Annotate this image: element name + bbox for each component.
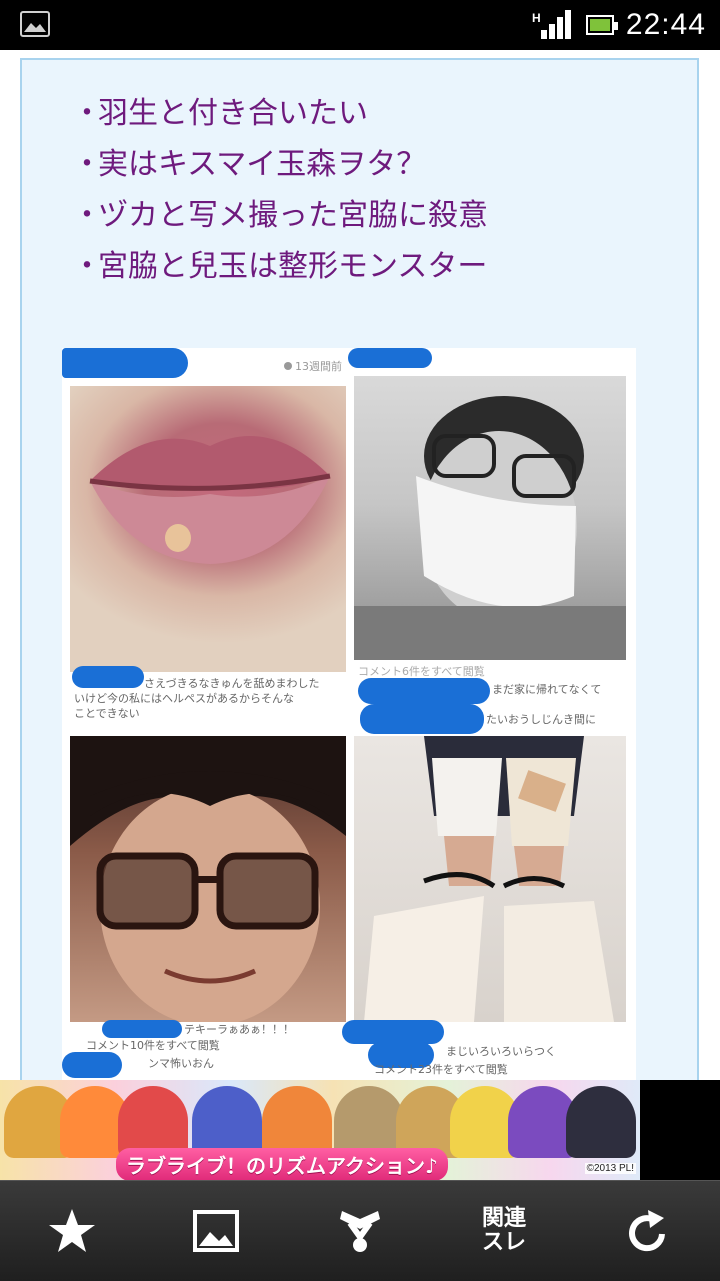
share-icon (340, 1211, 380, 1252)
share-button[interactable] (288, 1181, 432, 1281)
images-button[interactable] (144, 1181, 288, 1281)
bullet-mark: ・ (72, 198, 102, 233)
caption-text: ンマ怖いおん (148, 1057, 214, 1070)
photo-mask-glasses[interactable] (354, 376, 626, 660)
related-label-line1: 関連 (481, 1206, 526, 1231)
redaction-mark (102, 1020, 182, 1038)
caption-text: ことできない (74, 707, 140, 720)
caption-text: いけど今の私にはヘルペスがあるからそんな (74, 692, 294, 705)
bullet-mark: ・ (72, 96, 102, 131)
caption-text: まじいろいろいらつく (446, 1045, 556, 1058)
bullet-item: ・宮脇と兒玉は整形モンスター (72, 241, 488, 292)
bullet-text: 実はキスマイ玉森ヲタ？ (98, 147, 427, 182)
caption-text: テキーラぁあぁ！！！ (184, 1023, 294, 1036)
caption-text: コメント10件をすべて閲覧 (86, 1039, 220, 1052)
ad-title: ラブライブ！のリズムアクション♪ (116, 1148, 448, 1180)
reload-button[interactable] (576, 1181, 720, 1281)
caption-text: たいおうしじんき間に (486, 713, 596, 726)
caption-text: まだ家に帰れてなくて (492, 683, 602, 696)
bottom-toolbar: 関連 スレ (0, 1180, 720, 1281)
refresh-icon (629, 1210, 665, 1252)
ad-side-area (640, 1080, 720, 1180)
bullet-item: ・実はキスマイ玉森ヲタ？ (72, 139, 488, 190)
related-label-line2: スレ (481, 1230, 526, 1255)
status-bar: H 22:44 (0, 0, 720, 50)
bullet-item: ・羽生と付き合いたい (72, 88, 488, 139)
bullet-mark: ・ (72, 249, 102, 284)
redaction-mark (72, 666, 144, 688)
battery-icon (586, 15, 618, 35)
redaction-mark (360, 704, 484, 734)
bullet-text: 宮脇と兒玉は整形モンスター (98, 249, 488, 284)
post-timestamp: 13週間前 (284, 358, 342, 374)
star-icon (49, 1209, 95, 1252)
caption-text: コメント6件をすべて閲覧 (358, 665, 485, 678)
photo-lips[interactable] (70, 386, 346, 672)
bullet-mark: ・ (72, 147, 102, 182)
bullet-text: ヅカと写メ撮った宮脇に殺意 (98, 198, 488, 233)
ad-copyright: ©2013 PL! (584, 1163, 636, 1174)
clock: 22:44 (625, 8, 706, 41)
photo-collage[interactable]: 13週間前 さえづきるなきゅんを舐めまわした いけど今の私にはヘルペスがあるから… (62, 348, 636, 1080)
article-content[interactable]: ・羽生と付き合いたい ・実はキスマイ玉森ヲタ？ ・ヅカと写メ撮った宮脇に殺意 ・… (0, 50, 720, 1080)
gallery-notification-icon (20, 11, 50, 37)
image-icon (193, 1210, 239, 1252)
caption-text: さえづきるなきゅんを舐めまわした (144, 677, 320, 690)
bullet-text: 羽生と付き合いたい (98, 96, 368, 131)
related-threads-button[interactable]: 関連 スレ (432, 1181, 576, 1281)
redaction-mark (342, 1020, 444, 1044)
network-type-label: H (532, 11, 541, 25)
bullet-list: ・羽生と付き合いたい ・実はキスマイ玉森ヲタ？ ・ヅカと写メ撮った宮脇に殺意 ・… (72, 88, 488, 292)
photo-bandaged-legs[interactable] (354, 736, 626, 1022)
favorite-button[interactable] (0, 1181, 144, 1281)
ad-character-illustration (566, 1086, 636, 1158)
redaction-mark (348, 348, 432, 368)
redaction-mark (358, 678, 490, 704)
signal-strength-icon: H (532, 10, 574, 44)
bullet-item: ・ヅカと写メ撮った宮脇に殺意 (72, 190, 488, 241)
redaction-mark (62, 348, 188, 378)
photo-glasses-face[interactable] (70, 736, 346, 1022)
ad-banner[interactable]: ラブライブ！のリズムアクション♪ ©2013 PL! (0, 1080, 640, 1180)
redaction-mark (62, 1052, 122, 1078)
caption-text: コメント23件をすべて閲覧 (374, 1063, 508, 1076)
